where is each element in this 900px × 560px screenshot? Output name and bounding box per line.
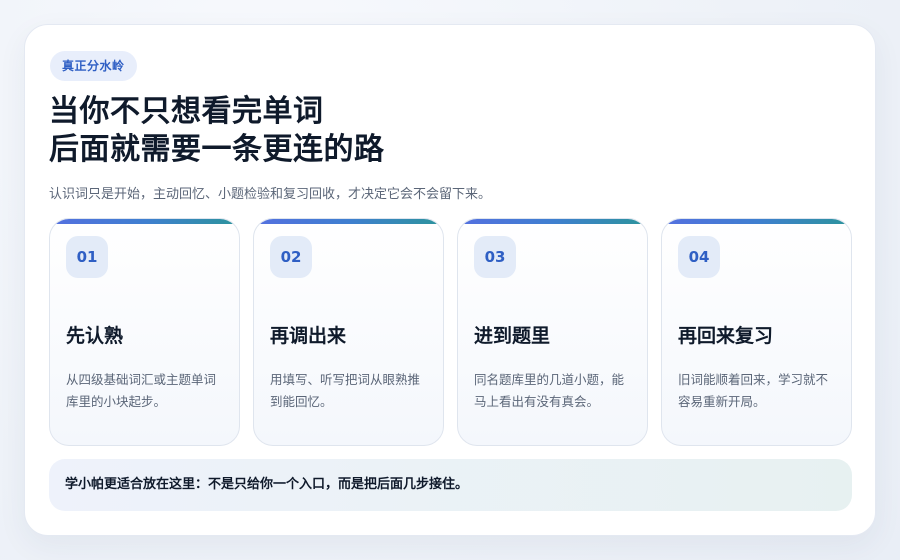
page-subtitle: 认识词只是开始，主动回忆、小题检验和复习回收，才决定它会不会留下来。 xyxy=(49,187,492,202)
step-description: 旧词能顺着回来，学习就不容易重新开局。 xyxy=(678,372,829,409)
section-badge: 真正分水岭 xyxy=(50,51,137,81)
step-title: 再回来复习 xyxy=(678,325,774,347)
main-card: 真正分水岭 当你不只想看完单词 后面就需要一条更连的路 认识词只是开始，主动回忆… xyxy=(24,24,876,536)
step-number-badge: 04 xyxy=(678,236,720,278)
step-accent-bar xyxy=(50,219,239,224)
step-accent-bar xyxy=(458,219,647,224)
step-title: 先认熟 xyxy=(66,325,124,347)
page-title-line-2: 后面就需要一条更连的路 xyxy=(49,132,385,167)
step-accent-bar xyxy=(662,219,851,224)
footer-note: 学小帕更适合放在这里：不是只给你一个入口，而是把后面几步接住。 xyxy=(49,459,852,511)
steps-row: 01 先认熟 从四级基础词汇或主题单词库里的小块起步。 02 再调出来 用填写、… xyxy=(49,218,852,446)
step-card-3: 03 进到题里 同名题库里的几道小题，能马上看出有没有真会。 xyxy=(457,218,648,446)
step-card-1: 01 先认熟 从四级基础词汇或主题单词库里的小块起步。 xyxy=(49,218,240,446)
step-number-badge: 02 xyxy=(270,236,312,278)
step-number-badge: 03 xyxy=(474,236,516,278)
page-title-line-1: 当你不只想看完单词 xyxy=(49,94,324,129)
step-card-2: 02 再调出来 用填写、听写把词从眼熟推到能回忆。 xyxy=(253,218,444,446)
step-description: 用填写、听写把词从眼熟推到能回忆。 xyxy=(270,372,421,409)
step-accent-bar xyxy=(254,219,443,224)
step-number-badge: 01 xyxy=(66,236,108,278)
step-description: 从四级基础词汇或主题单词库里的小块起步。 xyxy=(66,372,217,409)
step-description: 同名题库里的几道小题，能马上看出有没有真会。 xyxy=(474,372,625,409)
step-title: 再调出来 xyxy=(270,325,347,347)
step-card-4: 04 再回来复习 旧词能顺着回来，学习就不容易重新开局。 xyxy=(661,218,852,446)
step-title: 进到题里 xyxy=(474,325,551,347)
page-title: 当你不只想看完单词 后面就需要一条更连的路 xyxy=(49,93,385,169)
